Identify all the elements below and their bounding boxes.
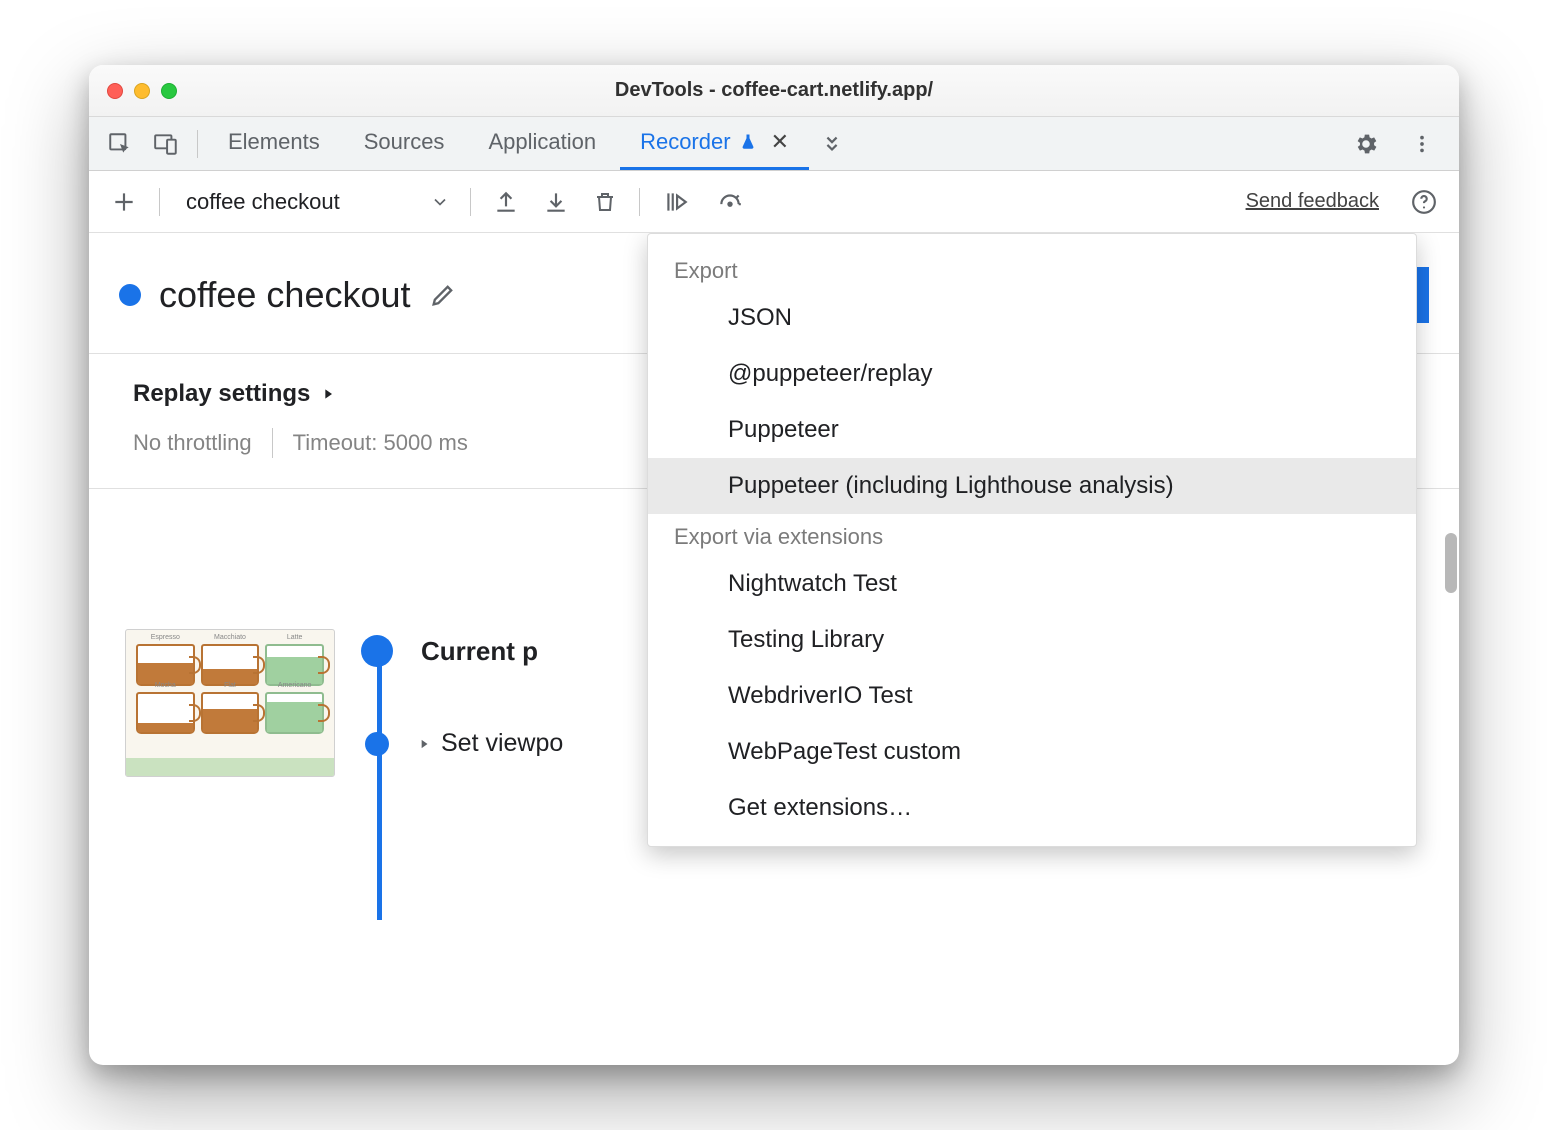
zoom-window-button[interactable] [161,83,177,99]
export-webpagetest[interactable]: WebPageTest custom [648,724,1416,780]
export-json[interactable]: JSON [648,290,1416,346]
step-label: Current p [421,636,538,667]
minimize-window-button[interactable] [134,83,150,99]
replay-settings-label: Replay settings [133,380,310,408]
recording-status-dot [119,284,141,306]
divider [197,130,198,158]
device-toolbar-icon[interactable] [145,125,187,163]
delete-icon[interactable] [585,183,625,221]
export-get-extensions[interactable]: Get extensions… [648,780,1416,836]
export-testing-library[interactable]: Testing Library [648,612,1416,668]
export-webdriverio[interactable]: WebdriverIO Test [648,668,1416,724]
more-tabs-icon[interactable] [813,127,851,161]
close-window-button[interactable] [107,83,123,99]
tab-elements[interactable]: Elements [208,117,340,170]
chevron-right-icon [320,386,336,402]
slow-replay-icon[interactable] [706,183,754,221]
devtools-window: DevTools - coffee-cart.netlify.app/ Elem… [89,65,1459,1065]
close-tab-icon[interactable]: ✕ [771,129,789,155]
step-node-icon [365,732,389,756]
step-label: Set viewpo [441,729,563,758]
timeout-value: Timeout: 5000 ms [293,430,468,456]
tab-label: Recorder [640,129,730,155]
throttling-value: No throttling [133,430,252,456]
export-icon[interactable] [485,183,527,221]
step-node-icon [361,635,393,667]
help-icon[interactable] [1403,183,1445,221]
expand-step-icon [417,737,431,751]
send-feedback-link[interactable]: Send feedback [1246,190,1379,213]
traffic-lights [107,83,177,99]
tab-label: Elements [228,129,320,155]
tab-application[interactable]: Application [468,117,616,170]
kebab-menu-icon[interactable] [1403,127,1441,161]
recorder-main: coffee checkout Replay settings No throt… [89,233,1459,1065]
recording-dropdown[interactable]: coffee checkout [174,185,456,219]
tab-label: Application [488,129,596,155]
tab-label: Sources [364,129,445,155]
flask-icon [739,133,757,151]
page-thumbnail: Espresso Macchiato Latte Mocha Flat Amer… [125,629,335,777]
titlebar: DevTools - coffee-cart.netlify.app/ [89,65,1459,117]
tab-sources[interactable]: Sources [344,117,465,170]
export-extensions-header: Export via extensions [648,514,1416,556]
window-title: DevTools - coffee-cart.netlify.app/ [89,79,1459,102]
recording-dropdown-value: coffee checkout [186,189,340,215]
inspect-element-icon[interactable] [99,125,141,163]
export-nightwatch[interactable]: Nightwatch Test [648,556,1416,612]
tab-recorder[interactable]: Recorder ✕ [620,117,809,170]
export-puppeteer-lighthouse[interactable]: Puppeteer (including Lighthouse analysis… [648,458,1416,514]
export-puppeteer[interactable]: Puppeteer [648,402,1416,458]
export-puppeteer-replay[interactable]: @puppeteer/replay [648,346,1416,402]
export-menu: Export JSON @puppeteer/replay Puppeteer … [647,233,1417,847]
new-recording-icon[interactable] [103,183,145,221]
edit-title-icon[interactable] [429,281,457,309]
import-icon[interactable] [535,183,577,221]
chevron-down-icon [430,192,450,212]
divider [159,188,160,216]
settings-gear-icon[interactable] [1345,125,1387,163]
export-menu-header: Export [648,248,1416,290]
recorder-toolbar: coffee checkout Send feedback [89,171,1459,233]
timeline-rail [377,647,382,920]
divider [470,188,471,216]
divider [639,188,640,216]
divider [272,428,273,458]
scrollbar-thumb[interactable] [1445,533,1457,593]
devtools-tabstrip: Elements Sources Application Recorder ✕ [89,117,1459,171]
step-through-icon[interactable] [654,183,698,221]
recording-title: coffee checkout [159,274,411,316]
